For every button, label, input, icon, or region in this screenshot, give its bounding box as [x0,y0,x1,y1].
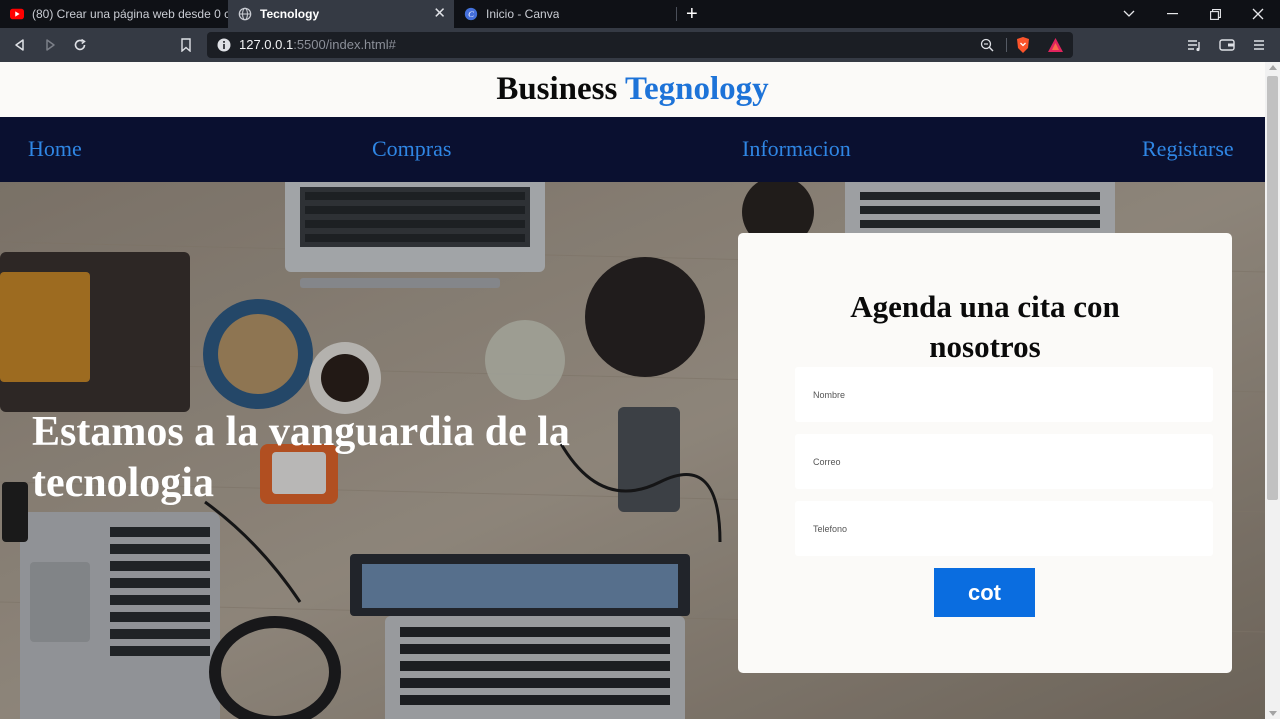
nav-link-home[interactable]: Home [28,136,82,162]
tab-title: Tecnology [260,7,320,21]
back-arrow-icon [15,39,24,51]
forward-arrow-icon [46,39,55,51]
browser-tab-strip: (80) Crear una página web desde 0 co Tec… [0,0,1280,28]
tab-search-button[interactable] [1107,0,1151,28]
tab-canva[interactable]: C Inicio - Canva [454,0,676,28]
wallet-button[interactable] [1217,35,1237,55]
bookmark-icon [181,38,191,52]
restore-button[interactable] [1193,0,1237,28]
canva-icon: C [464,7,478,21]
youtube-icon [10,8,24,20]
url-text[interactable]: 127.0.0.1:5500/index.html# [239,37,396,52]
phone-input[interactable] [795,501,1213,556]
tab-youtube[interactable]: (80) Crear una página web desde 0 co [0,0,228,28]
page-viewport: Business Tegnology Home Compras Informac… [0,62,1265,719]
nav-link-registrarse[interactable]: Registarse [1142,136,1234,162]
chevron-down-icon [1123,10,1135,17]
appointment-form-card: Agenda una cita con nosotros cot [738,233,1232,673]
address-divider [1006,38,1007,52]
brave-rewards-icon[interactable] [1047,37,1064,53]
globe-icon [238,7,252,21]
reload-icon [74,38,86,51]
wallet-icon [1219,39,1235,51]
close-window-button[interactable] [1236,0,1280,28]
info-icon[interactable] [217,38,231,52]
tab-tecnology[interactable]: Tecnology ✕ [228,0,454,28]
submit-button[interactable]: cot [934,568,1035,617]
scroll-up-arrow-icon[interactable] [1269,65,1277,70]
name-input[interactable] [795,367,1213,422]
main-nav: Home Compras Informacion Registarse [0,117,1265,182]
playlist-button[interactable] [1185,35,1205,55]
playlist-icon [1188,40,1200,52]
tab-title: Inicio - Canva [486,7,560,21]
back-button[interactable] [10,35,30,55]
form-title: Agenda una cita con nosotros [850,289,1120,364]
brand-name-part1: Business [496,71,618,107]
svg-text:C: C [468,9,474,19]
zoom-icon[interactable] [980,38,994,52]
page-scrollbar[interactable] [1265,62,1280,719]
nav-link-informacion[interactable]: Informacion [742,136,851,162]
site-header: Business Tegnology [0,62,1265,117]
reload-button[interactable] [70,35,90,55]
bookmark-button[interactable] [176,35,196,55]
address-bar[interactable]: 127.0.0.1:5500/index.html# [207,32,1073,58]
minimize-button[interactable] [1150,0,1194,28]
forward-button[interactable] [40,35,60,55]
brand-logo: Business Tegnology [496,71,768,108]
brave-shields-icon[interactable] [1015,36,1031,54]
email-input[interactable] [795,434,1213,489]
scrollbar-thumb[interactable] [1267,76,1278,500]
hero-section: Estamos a la vanguardia de la tecnologia… [0,182,1265,719]
new-tab-button[interactable]: + [686,3,698,25]
tab-title: (80) Crear una página web desde 0 co [32,7,228,21]
minimize-icon [1166,13,1178,15]
hamburger-menu-icon [1254,40,1264,50]
close-tab-icon[interactable]: ✕ [433,5,446,23]
restore-icon [1209,8,1221,20]
tab-divider [676,7,677,21]
close-icon [1252,8,1264,20]
menu-button[interactable] [1249,35,1269,55]
nav-link-compras[interactable]: Compras [372,136,451,162]
brand-name-part2: Tegnology [625,71,769,107]
scroll-down-arrow-icon[interactable] [1269,711,1277,716]
hero-heading: Estamos a la vanguardia de la tecnologia [32,409,570,506]
